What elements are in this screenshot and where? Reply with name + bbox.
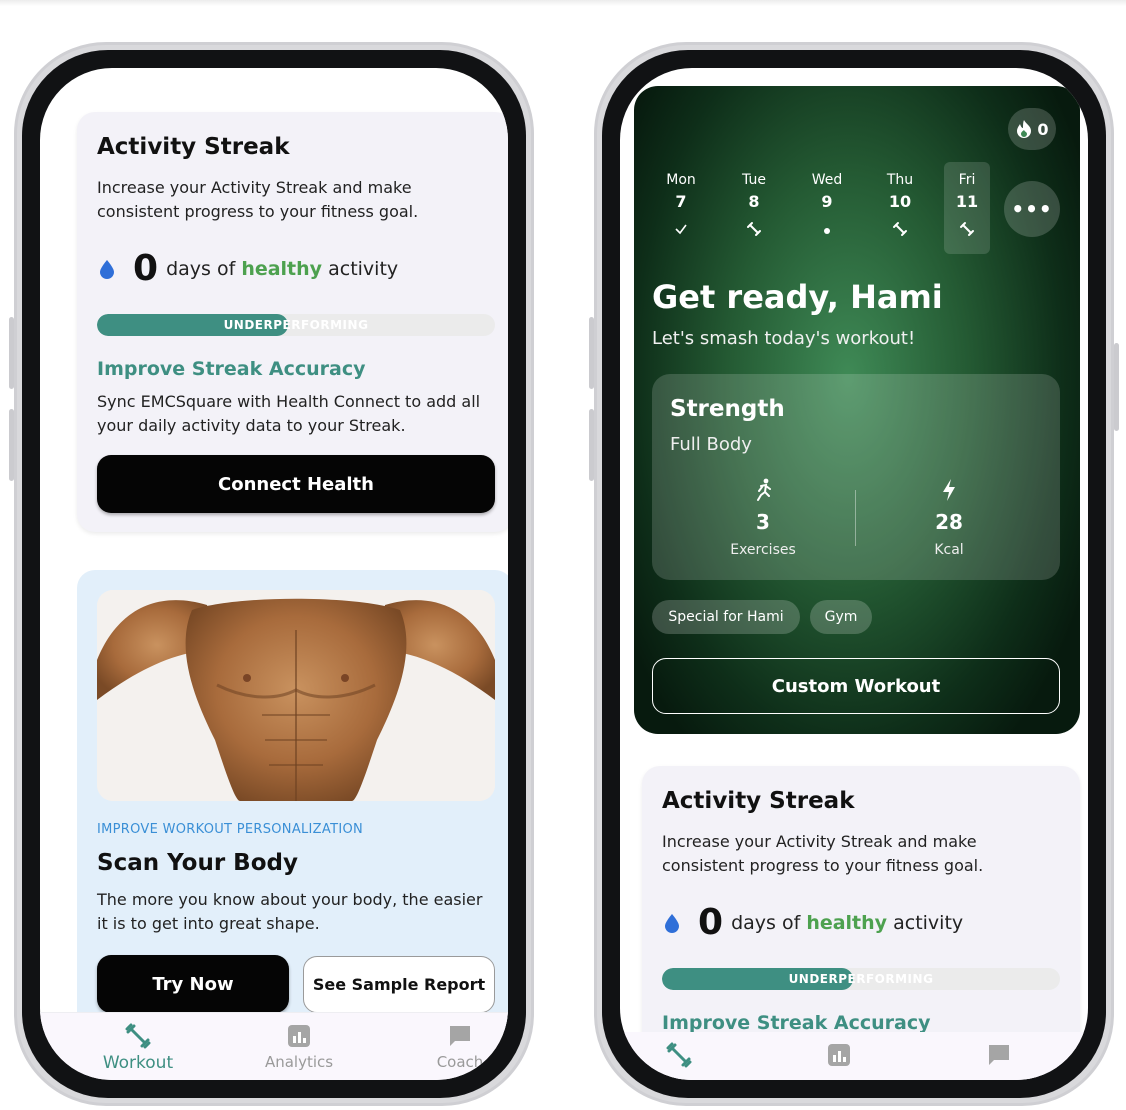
- lightning-icon: [943, 479, 955, 501]
- phone-frame-right: 0 Mon 7 Tue 8 Wed 9 Thu 10 Fri 11 ••• Ge…: [589, 42, 1119, 1106]
- kcal-stat: 28 Kcal: [869, 478, 1029, 558]
- dumbbell-icon: [960, 222, 974, 236]
- exercises-stat: 3 Exercises: [683, 478, 843, 558]
- improve-streak-title: Improve Streak Accuracy: [662, 1012, 931, 1034]
- streak-chip-count: 0: [1037, 119, 1049, 139]
- day-tue[interactable]: Tue 8: [731, 162, 777, 254]
- scan-body-card: IMPROVE WORKOUT PERSONALIZATION Scan You…: [77, 570, 508, 1030]
- streak-title: Activity Streak: [662, 788, 855, 814]
- power-button: [1114, 343, 1119, 431]
- phone-screen-left: Activity Streak Increase your Activity S…: [40, 68, 508, 1080]
- nav-analytics-label: Analytics: [264, 1053, 334, 1071]
- healthy-highlight: healthy: [806, 911, 888, 934]
- scan-overline: IMPROVE WORKOUT PERSONALIZATION: [97, 822, 364, 837]
- dumbbell-icon: [747, 222, 761, 236]
- day-thu[interactable]: Thu 10: [877, 162, 923, 254]
- improve-streak-description: Sync EMCSquare with Health Connect to ad…: [97, 392, 481, 435]
- scan-description: The more you know about your body, the e…: [97, 890, 483, 933]
- streak-chip[interactable]: 0: [1008, 108, 1056, 150]
- nav-analytics[interactable]: Analytics: [239, 1023, 359, 1071]
- streak-text: days of healthy activity: [731, 911, 964, 934]
- connect-health-button[interactable]: Connect Health: [97, 455, 495, 513]
- workout-title: Strength: [670, 396, 785, 422]
- nav-coach[interactable]: Coach: [400, 1023, 508, 1071]
- phone-bezel: Activity Streak Increase your Activity S…: [22, 50, 526, 1098]
- see-sample-report-button[interactable]: See Sample Report: [303, 956, 495, 1013]
- greeting-subtitle: Let's smash today's workout!: [652, 328, 916, 349]
- progress-label: UNDERPERFORMING: [223, 318, 369, 332]
- flame-icon: [1017, 120, 1032, 138]
- dumbbell-icon: [893, 222, 907, 236]
- nav-workout[interactable]: Workout: [78, 1023, 198, 1073]
- week-day-selector: Mon 7 Tue 8 Wed 9 Thu 10 Fri 11: [648, 162, 998, 254]
- more-options-button[interactable]: •••: [1004, 181, 1060, 237]
- phone-bezel: 0 Mon 7 Tue 8 Wed 9 Thu 10 Fri 11 ••• Ge…: [602, 50, 1106, 1098]
- analytics-icon: [288, 1025, 310, 1047]
- dumbbell-icon[interactable]: [666, 1042, 692, 1068]
- day-fri[interactable]: Fri 11: [944, 162, 990, 254]
- bottom-navigation: Workout Analytics Coach: [40, 1012, 508, 1080]
- phone-screen-right: 0 Mon 7 Tue 8 Wed 9 Thu 10 Fri 11 ••• Ge…: [620, 68, 1088, 1080]
- streak-title: Activity Streak: [97, 134, 290, 160]
- streak-count: 0: [133, 248, 159, 289]
- chat-icon[interactable]: [986, 1042, 1012, 1068]
- day-mon[interactable]: Mon 7: [658, 162, 704, 254]
- nav-workout-label: Workout: [102, 1053, 174, 1073]
- workout-subtitle: Full Body: [670, 434, 752, 455]
- volume-up-button: [9, 317, 14, 389]
- muscular-torso-image: [97, 590, 495, 801]
- kcal-label: Kcal: [934, 542, 964, 558]
- volume-up-button: [589, 317, 594, 389]
- activity-streak-card: Activity Streak Increase your Activity S…: [77, 112, 508, 532]
- kcal-value: 28: [935, 510, 963, 534]
- chat-icon: [450, 1026, 470, 1046]
- progress-label: UNDERPERFORMING: [788, 972, 934, 986]
- scan-title: Scan Your Body: [97, 850, 298, 876]
- exercises-value: 3: [756, 510, 770, 534]
- phone-frame-left: Activity Streak Increase your Activity S…: [9, 42, 534, 1106]
- streak-description: Increase your Activity Streak and make c…: [97, 178, 419, 221]
- nav-coach-label: Coach: [436, 1053, 484, 1071]
- improve-streak-title: Improve Streak Accuracy: [97, 358, 366, 380]
- volume-down-button: [9, 409, 14, 481]
- stat-divider: [855, 490, 856, 546]
- tag-special[interactable]: Special for Hami: [652, 600, 800, 634]
- water-drop-icon: [100, 259, 114, 279]
- streak-count: 0: [698, 902, 724, 943]
- dot-icon: [824, 228, 830, 234]
- custom-workout-button[interactable]: Custom Workout: [652, 658, 1060, 714]
- day-wed[interactable]: Wed 9: [804, 162, 850, 254]
- analytics-icon[interactable]: [826, 1042, 852, 1068]
- bottom-navigation: [620, 1032, 1088, 1080]
- streak-description: Increase your Activity Streak and make c…: [662, 832, 984, 875]
- dumbbell-icon: [125, 1023, 151, 1049]
- streak-count-row: 0 days of healthy activity: [99, 248, 398, 289]
- healthy-highlight: healthy: [241, 257, 323, 280]
- volume-down-button: [589, 409, 594, 481]
- exercises-label: Exercises: [730, 542, 796, 558]
- running-icon: [757, 478, 771, 501]
- check-icon: [675, 224, 687, 235]
- streak-progress-bar: UNDERPERFORMING: [97, 314, 495, 336]
- top-divider: [0, 0, 1126, 6]
- workout-card[interactable]: Strength Full Body 3 Exercises 28 Kcal: [652, 374, 1060, 580]
- tag-gym[interactable]: Gym: [810, 600, 872, 634]
- streak-text: days of healthy activity: [166, 257, 399, 280]
- greeting-title: Get ready, Hami: [652, 278, 943, 316]
- streak-progress-bar: UNDERPERFORMING: [662, 968, 1060, 990]
- workout-hero: 0 Mon 7 Tue 8 Wed 9 Thu 10 Fri 11 ••• Ge…: [634, 86, 1080, 734]
- try-now-button[interactable]: Try Now: [97, 955, 289, 1013]
- streak-count-row: 0 days of healthy activity: [664, 902, 963, 943]
- water-drop-icon: [665, 913, 679, 933]
